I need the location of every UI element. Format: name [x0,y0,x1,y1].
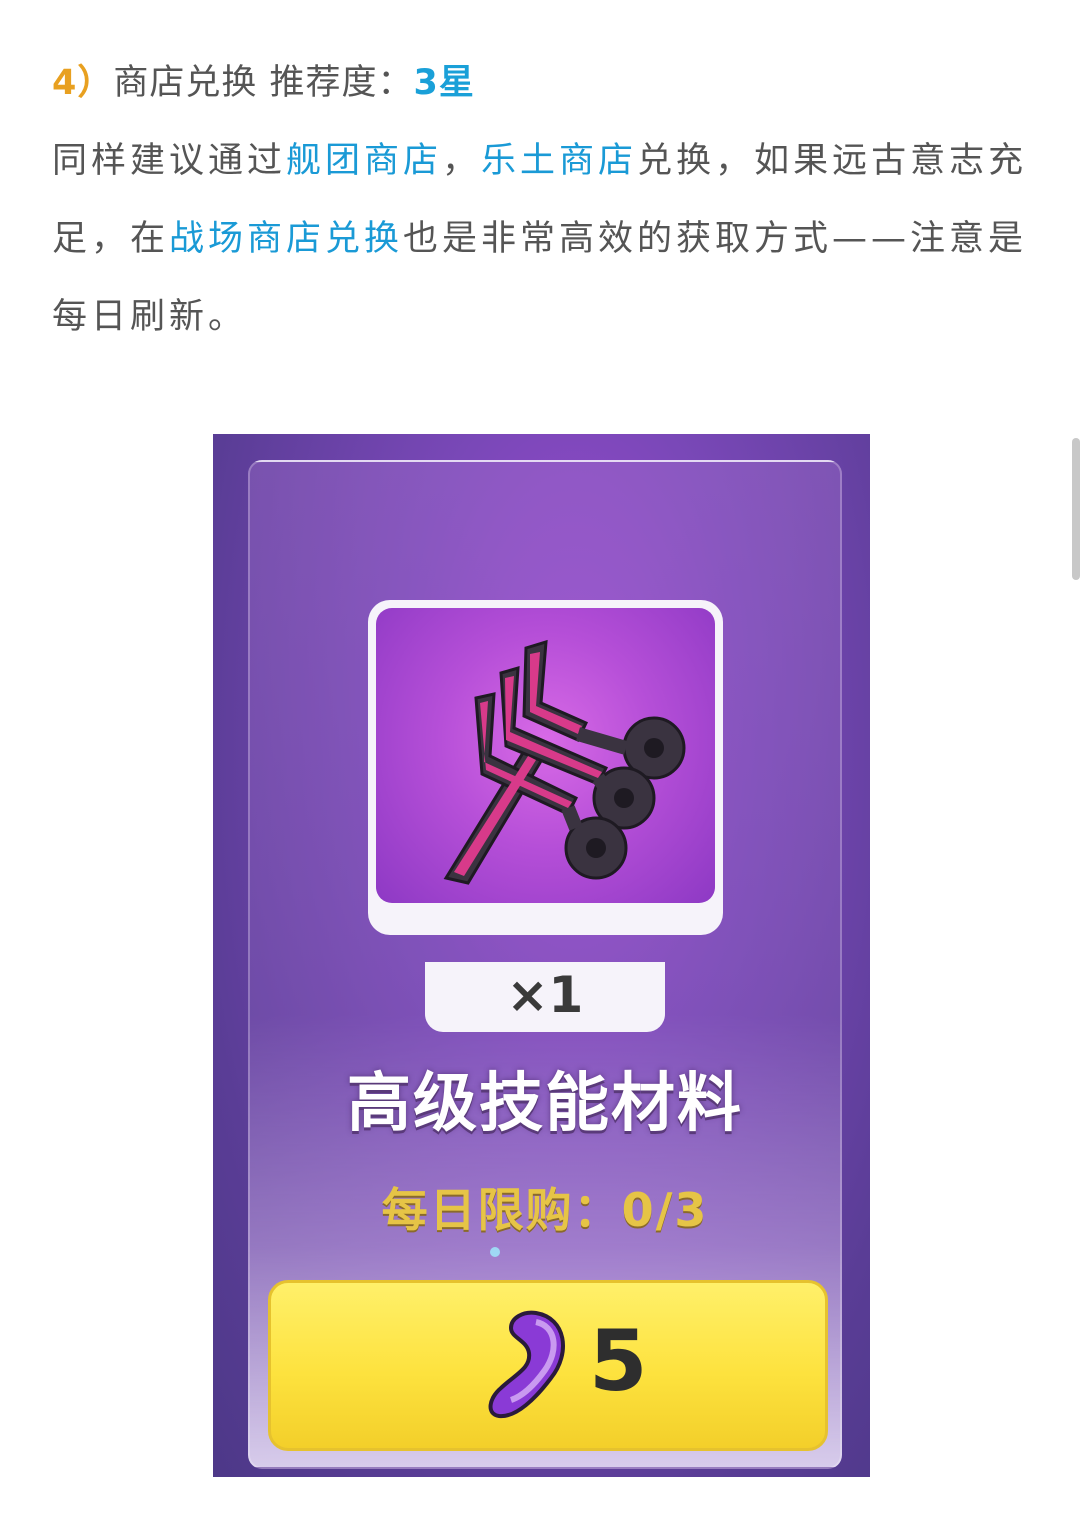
item-icon-background [376,608,715,903]
purple-crystal-icon [488,1310,565,1419]
shop-item-card: ×1 高级技能材料 每日限购：0/3 5 [248,460,842,1469]
link-paradise-shop[interactable]: 乐土商店 [481,141,637,181]
heading-number: 4） [52,63,114,103]
shop-item-image: ×1 高级技能材料 每日限购：0/3 5 [213,434,870,1477]
paragraph-text-2: ， [442,141,482,181]
link-battlefield-shop[interactable]: 战场商店兑换 [169,219,403,259]
item-frame [368,600,723,935]
item-name: 高级技能材料 [347,1067,743,1141]
heading-title: 商店兑换 推荐度： [113,63,414,103]
skill-material-icon [443,639,686,885]
scrollbar[interactable] [1072,438,1080,580]
indicator-dot [490,1247,500,1257]
buy-button[interactable]: 5 [268,1280,828,1451]
daily-limit: 每日限购：0/3 [381,1183,709,1237]
article-paragraph: 同样建议通过舰团商店，乐土商店兑换，如果远古意志充足，在战场商店兑换也是非常高效… [52,122,1037,356]
price-value: 5 [589,1312,648,1410]
link-fleet-shop[interactable]: 舰团商店 [286,141,442,181]
heading-rating: 3星 [413,63,475,103]
paragraph-text-1: 同样建议通过 [52,141,287,181]
section-heading: 4）商店兑换 推荐度：3星 [52,58,475,108]
item-quantity: ×1 [425,962,665,1032]
